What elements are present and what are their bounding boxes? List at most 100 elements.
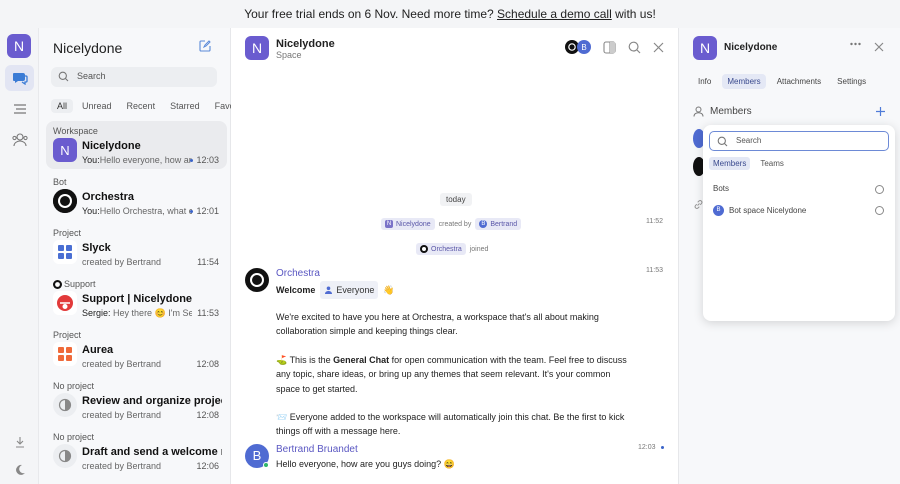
participants-stack[interactable]: B [565, 40, 591, 54]
tab-settings[interactable]: Settings [832, 74, 871, 89]
item-preview: You:Hello everyone, how are you [82, 155, 192, 165]
group-label: Bot [53, 177, 67, 187]
download-icon [15, 437, 24, 448]
bot-option-radio[interactable] [875, 206, 884, 215]
envelope-emoji: 📨 [276, 412, 288, 422]
list-item[interactable]: Bot Orchestra You:Hello Orchestra, what … [46, 172, 227, 220]
theme-toggle-button[interactable] [5, 457, 34, 483]
system-message-created: N Nicelydone created by B Bertrand [381, 218, 522, 230]
tab-starred[interactable]: Starred [164, 99, 206, 113]
slyck-logo-icon [53, 240, 77, 264]
section-label-text: Bots [713, 184, 730, 193]
preview-text: Hey there 😊 I'm Sergie [113, 308, 192, 318]
orchestra-avatar-icon[interactable] [245, 268, 269, 292]
tab-members[interactable]: Members [709, 157, 751, 170]
tab-members[interactable]: Members [722, 74, 766, 89]
section-label: Bots [713, 184, 729, 193]
bot-option-label: Bot space Nicelydone [729, 206, 807, 215]
item-time-text: 12:03 [196, 155, 219, 165]
avatar: N [693, 36, 717, 60]
preview-text: created by Bertrand [82, 359, 162, 369]
list-item[interactable]: Workspace N Nicelydone You:Hello everyon… [46, 121, 227, 169]
list-item[interactable]: Project Aurea created by Bertrand 12:08 [46, 325, 227, 373]
select-all-bots-radio[interactable] [875, 185, 884, 194]
date-divider: today [440, 193, 472, 206]
user-chip[interactable]: B Bertrand [475, 218, 522, 230]
workspace-switcher[interactable]: N [7, 34, 31, 58]
message-time: 11:53 [646, 267, 663, 274]
tab-unread[interactable]: Unread [76, 99, 118, 113]
unread-dot [190, 210, 194, 214]
details-tabs: Info Members Attachments Settings [693, 74, 871, 89]
compose-icon [199, 40, 211, 52]
tab-teams[interactable]: Teams [756, 157, 788, 170]
search-icon[interactable] [628, 41, 641, 54]
trial-banner-text: Your free trial ends on 6 Nov. Need more… [244, 7, 494, 21]
member-search-input[interactable]: Search [709, 131, 889, 151]
group-label: Project [53, 330, 82, 340]
close-icon[interactable] [653, 42, 664, 53]
orchestra-small-icon [420, 245, 428, 253]
orchestra-small-icon [53, 280, 62, 289]
tab-attachments[interactable]: Attachments [772, 74, 826, 89]
person-icon [693, 106, 704, 117]
preview-text: Hello everyone, how are you [99, 155, 192, 165]
message-author[interactable]: Orchestra [276, 268, 320, 279]
members-label: Members [710, 106, 752, 117]
list-item[interactable]: Support Support | Nicelydone Sergie: Hey… [46, 274, 227, 322]
picker-tabs: Members Teams [709, 157, 788, 170]
everyone-mention[interactable]: Everyone [320, 281, 379, 300]
tab-recent[interactable]: Recent [121, 99, 162, 113]
space-chip[interactable]: N Nicelydone [381, 218, 435, 230]
system-text: created by [438, 220, 472, 228]
member-search-placeholder: Search [736, 136, 762, 145]
member-picker-popup: Search Members Teams Bots B Bot space Ni… [703, 125, 895, 321]
bot-chip-label: Orchestra [431, 245, 462, 253]
bot-chip[interactable]: Orchestra [416, 243, 466, 255]
task-status-icon [53, 444, 77, 468]
wave-emoji: 👋 [383, 285, 395, 295]
more-options-icon[interactable] [850, 42, 861, 46]
tab-info[interactable]: Info [693, 74, 716, 89]
chat-title[interactable]: Nicelydone [276, 38, 335, 50]
user-chip-icon: B [479, 220, 488, 228]
avatar: B [713, 205, 724, 216]
item-preview: You:Hello Orchestra, what can [82, 206, 192, 216]
message-time: 12:03 [638, 444, 665, 451]
item-preview: created by Bertrand [82, 461, 192, 471]
list-item[interactable]: Project Slyck created by Bertrand 11:54 [46, 223, 227, 271]
bot-option[interactable]: B Bot space Nicelydone [713, 205, 806, 216]
people-nav-button[interactable] [5, 127, 34, 153]
svg-text:B: B [581, 43, 586, 52]
chats-nav-button[interactable] [5, 65, 34, 91]
message-paragraph: We're excited to have you here at Orches… [276, 312, 599, 337]
system-message-joined: Orchestra joined [416, 243, 488, 255]
moon-icon [15, 464, 25, 475]
preview-text: Hello Orchestra, what can [99, 206, 192, 216]
split-view-icon[interactable] [603, 40, 616, 54]
unread-dot [190, 159, 194, 163]
group-label: Support [64, 279, 96, 289]
add-member-icon[interactable] [875, 106, 886, 117]
download-button[interactable] [5, 429, 34, 455]
message-author[interactable]: Bertrand Bruandet [276, 444, 358, 455]
item-preview: created by Bertrand [82, 257, 192, 267]
tasks-nav-button[interactable] [5, 96, 34, 122]
item-time: 12:01 [190, 206, 219, 216]
paragraph-text: Everyone added to the workspace will aut… [276, 412, 625, 437]
search-icon [58, 71, 69, 82]
close-icon[interactable] [874, 42, 884, 52]
compose-button[interactable] [199, 40, 211, 55]
schedule-demo-link[interactable]: Schedule a demo call [497, 7, 612, 21]
list-item[interactable]: No project Review and organize projects,… [46, 376, 227, 424]
item-time: 12:08 [196, 410, 219, 420]
group-label: No project [53, 381, 95, 391]
message-text: Hello everyone, how are you guys doing? … [276, 459, 455, 469]
support-logo-icon [53, 291, 77, 315]
sidebar-search[interactable]: Search [51, 67, 217, 87]
members-header: Members [693, 106, 752, 117]
tab-all[interactable]: All [51, 99, 74, 113]
tab-favorites[interactable]: Favorites [209, 99, 231, 113]
list-item[interactable]: No project Draft and send a welcome mess… [46, 427, 227, 475]
preview-text: created by Bertrand [82, 461, 162, 471]
